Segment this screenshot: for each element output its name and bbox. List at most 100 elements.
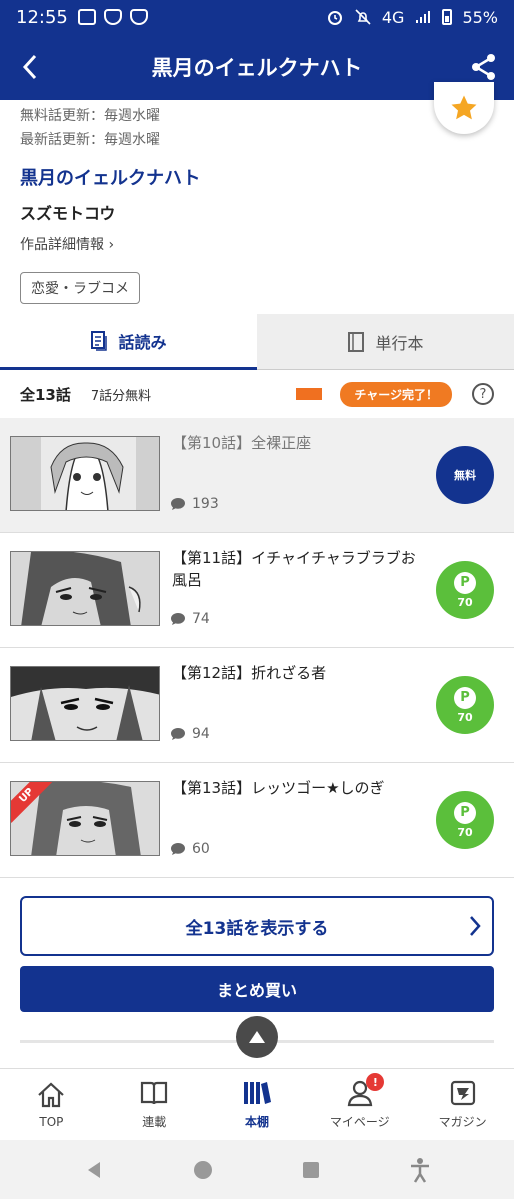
triangle-up-icon (249, 1031, 265, 1043)
status-time: 12:55 (16, 6, 68, 28)
bottom-navigation: TOP 連載 本棚 ! マイページ マガジン (0, 1068, 514, 1140)
document-icon (91, 330, 108, 351)
star-icon (451, 95, 477, 120)
comment-count: 60 (192, 841, 210, 857)
price-label: 70 (457, 595, 473, 609)
charge-complete-badge[interactable]: チャージ完了！ (340, 381, 452, 407)
chevron-left-icon (22, 54, 37, 80)
tab-volumes[interactable]: 単行本 (257, 314, 514, 370)
show-all-episodes-button[interactable]: 全13話を表示する (20, 896, 494, 956)
episode-thumbnail (10, 551, 160, 626)
nav-mypage-label: マイページ (329, 1115, 390, 1129)
episode-title: 【第13話】レッツゴー★しのぎ (172, 779, 385, 797)
comment-count: 74 (192, 611, 210, 627)
status-bar: 12:55 4G 55% (0, 0, 514, 34)
accessibility-icon[interactable] (409, 1157, 431, 1183)
magazine-icon (450, 1080, 475, 1106)
latest-update-schedule: 最新話更新：毎週水曜 (20, 132, 160, 148)
tab-volumes-label: 単行本 (375, 333, 424, 353)
price-label: 70 (457, 825, 473, 839)
episode-title: 【第11話】イチャイチャラブラブお風呂 (172, 549, 416, 589)
work-detail-label: 作品詳細情報 (20, 237, 104, 253)
scroll-to-top-button[interactable] (236, 1016, 278, 1058)
episode-thumbnail: UP (10, 781, 160, 856)
comment-icon (171, 843, 185, 855)
episode-comments: 94 (170, 726, 210, 742)
system-back-icon[interactable] (83, 1159, 105, 1181)
episode-comments: 74 (170, 611, 210, 627)
point-coin-icon: P (454, 686, 476, 709)
total-episodes: 全13話 (20, 385, 71, 404)
shield-icon (103, 9, 122, 25)
comment-icon (171, 498, 185, 510)
book-icon (141, 1081, 168, 1105)
episode-list: 【第10話】全裸正座 193 無料 【第11話】イチャイチャラブラブお風呂 74 (0, 418, 514, 878)
comment-icon (171, 728, 185, 740)
comment-icon (171, 613, 185, 625)
nav-serial-label: 連載 (142, 1115, 167, 1129)
chevron-right-icon (470, 916, 481, 936)
nav-bookshelf[interactable]: 本棚 (206, 1069, 309, 1140)
work-title: 黒月のイェルクナハト (20, 168, 201, 189)
free-episode-count: 7話分無料 (90, 388, 152, 404)
nav-top-label: TOP (39, 1114, 64, 1129)
episode-thumbnail (10, 436, 160, 511)
nav-mypage[interactable]: ! マイページ (308, 1069, 411, 1140)
chevron-right-icon: › (108, 237, 115, 253)
tab-episodes-label: 話読み (118, 332, 167, 352)
point-buy-button[interactable]: P 70 (436, 791, 494, 849)
home-icon (38, 1082, 65, 1107)
alarm-icon (327, 11, 342, 25)
nav-magazine[interactable]: マガジン (411, 1069, 514, 1140)
episode-comments: 193 (170, 496, 219, 512)
episode-title: 【第10話】全裸正座 (172, 434, 312, 452)
genre-tag[interactable]: 恋愛・ラブコメ (20, 272, 140, 304)
battery-level: 55% (462, 7, 498, 27)
work-info: 無料話更新：毎週水曜 最新話更新：毎週水曜 黒月のイェルクナハト スズモトコウ … (20, 104, 500, 304)
notification-icon (77, 9, 96, 25)
free-read-button[interactable]: 無料 (436, 446, 494, 504)
nav-magazine-label: マガジン (438, 1115, 487, 1129)
episode-comments: 60 (170, 841, 210, 857)
show-all-label: 全13話を表示する (185, 918, 329, 939)
point-buy-button[interactable]: P 70 (436, 561, 494, 619)
bulk-buy-button[interactable]: まとめ買い (20, 966, 494, 1012)
point-coin-icon: P (454, 571, 476, 594)
comment-count: 193 (192, 496, 219, 512)
back-button[interactable] (10, 47, 50, 87)
episode-title: 【第12話】折れざる者 (172, 664, 327, 682)
point-coin-icon: P (454, 801, 476, 824)
price-label: 70 (457, 710, 473, 724)
nav-bookshelf-label: 本棚 (244, 1115, 269, 1129)
tab-episodes[interactable]: 話読み (0, 314, 257, 370)
price-label: 無料 (454, 469, 476, 482)
share-icon (472, 54, 495, 80)
ticket-icon (296, 388, 323, 400)
point-buy-button[interactable]: P 70 (436, 676, 494, 734)
episode-row-11[interactable]: 【第11話】イチャイチャラブラブお風呂 74 P 70 (0, 533, 514, 648)
content-tabs: 話読み 単行本 (0, 314, 514, 370)
battery-icon (442, 9, 453, 25)
shield-icon (129, 9, 148, 25)
episode-list-header: 全13話 7話分無料 チャージ完了！ ? (0, 376, 514, 412)
system-recents-icon[interactable] (300, 1159, 322, 1181)
episode-row-13[interactable]: UP 【第13話】レッツゴー★しのぎ 60 P 70 (0, 763, 514, 878)
help-icon[interactable]: ? (472, 383, 494, 405)
book-icon (348, 331, 365, 352)
mute-icon (355, 9, 371, 25)
work-detail-link[interactable]: 作品詳細情報 › (20, 234, 500, 254)
nav-serial[interactable]: 連載 (103, 1069, 206, 1140)
system-home-icon[interactable] (192, 1159, 214, 1181)
author-name[interactable]: スズモトコウ (20, 200, 500, 224)
episode-row-10[interactable]: 【第10話】全裸正座 193 無料 (0, 418, 514, 533)
free-update-schedule: 無料話更新：毎週水曜 (20, 108, 160, 124)
system-navigation-bar (0, 1140, 514, 1199)
nav-top[interactable]: TOP (0, 1069, 103, 1140)
signal-icon (416, 11, 431, 23)
comment-count: 94 (192, 726, 210, 742)
bookshelf-icon (243, 1082, 271, 1104)
episode-row-12[interactable]: 【第12話】折れざる者 94 P 70 (0, 648, 514, 763)
notification-badge: ! (366, 1073, 385, 1091)
share-button[interactable] (464, 47, 504, 87)
page-title: 黒月のイェルクナハト (151, 56, 363, 80)
